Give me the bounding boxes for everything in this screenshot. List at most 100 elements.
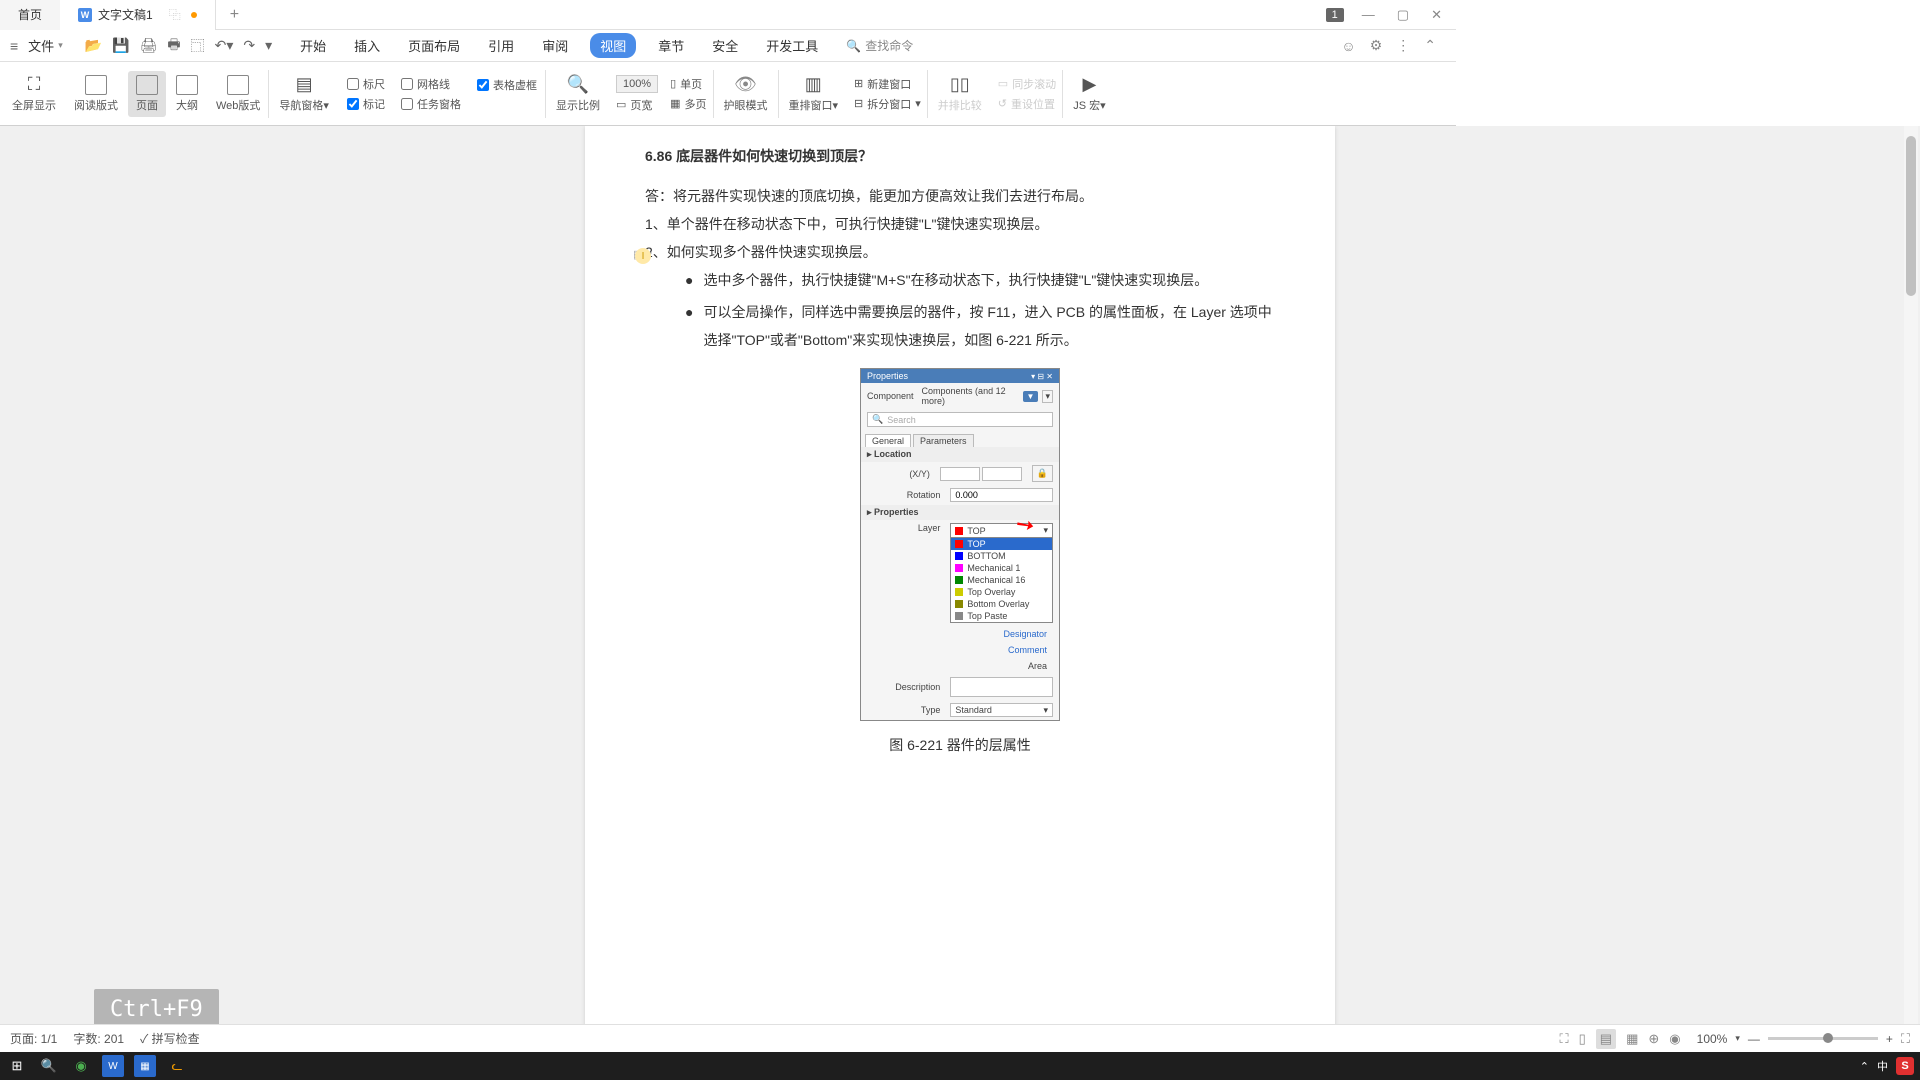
chrome-icon[interactable]: ◉ [70, 1055, 92, 1077]
tab-parameters: Parameters [913, 434, 974, 447]
view-mode-1-icon[interactable]: ▯ [1579, 1031, 1586, 1047]
screen-icon[interactable]: ⿻ [169, 6, 181, 23]
search-command[interactable]: 🔍 查找命令 [846, 37, 913, 54]
nav-pane-icon: ▤ [296, 74, 313, 95]
description-field [950, 677, 1053, 697]
undo-icon[interactable]: ↶▾ [215, 37, 234, 54]
eye-mode-button[interactable]: 👁 护眼模式 [714, 62, 778, 125]
zoom-icon: 🔍 [567, 74, 589, 95]
zoom-in-button[interactable]: + [1886, 1032, 1893, 1046]
taskpane-checkbox[interactable]: 任务窗格 [401, 96, 461, 112]
open-icon[interactable]: 📂 [85, 37, 102, 54]
page-width-button[interactable]: ▭ 页宽 [616, 97, 658, 113]
collapse-ribbon-icon[interactable]: ⌃ [1424, 37, 1436, 54]
tab-reference[interactable]: 引用 [482, 32, 520, 59]
tab-document[interactable]: W 文字文稿1 ⿻ [60, 0, 216, 30]
type-field: Standard▾ [950, 703, 1053, 717]
redo-icon[interactable]: ↷ [243, 37, 255, 54]
hamburger-icon[interactable]: ≡ [10, 38, 18, 54]
page-view-button[interactable]: 页面 [128, 71, 166, 117]
tab-review[interactable]: 审阅 [536, 32, 574, 59]
close-button[interactable]: ✕ [1427, 3, 1446, 27]
app2-taskbar-icon[interactable]: ᓚ [166, 1055, 188, 1077]
qat-more-icon[interactable]: ▾ [265, 37, 272, 54]
tab-pagelayout[interactable]: 页面布局 [402, 32, 466, 59]
web-view-icon[interactable]: ⊕ [1648, 1031, 1659, 1047]
sogou-ime-icon[interactable]: S [1896, 1057, 1914, 1075]
view-mode-3-icon[interactable]: ▦ [1626, 1031, 1638, 1047]
scan-icon[interactable]: ⿹ [191, 36, 205, 56]
title-bar: 首页 W 文字文稿1 ⿻ + 1 — ▢ ✕ [0, 0, 1456, 30]
tab-view[interactable]: 视图 [590, 33, 636, 58]
zoom-out-button[interactable]: — [1748, 1032, 1760, 1046]
zoom-button[interactable]: 🔍 显示比例 [546, 62, 610, 125]
tab-home[interactable]: 首页 [0, 0, 60, 30]
layer-dropdown: ➘ TOP▾ TOP BOTTOM Mechanical 1 Mechanica… [950, 523, 1053, 623]
table-frame-checkbox[interactable]: 表格虚框 [477, 77, 537, 93]
split-window-button[interactable]: ⊟ 拆分窗口▾ [854, 96, 921, 112]
file-menu[interactable]: 文件 ▾ [28, 36, 63, 55]
search-taskbar-icon[interactable]: 🔍 [38, 1055, 60, 1077]
rotation-field [950, 488, 1053, 502]
view-mode-2-icon[interactable]: ▤ [1596, 1029, 1616, 1049]
notification-badge[interactable]: 1 [1326, 8, 1344, 22]
zoom-level[interactable]: 100% [1697, 1032, 1728, 1046]
wps-taskbar-icon[interactable]: W [102, 1055, 124, 1077]
macro-icon: ▶ [1082, 74, 1096, 95]
reset-pos-button: ↺ 重设位置 [998, 96, 1056, 112]
tab-chapter[interactable]: 章节 [652, 32, 690, 59]
single-page-button[interactable]: ▯ 单页 [670, 76, 706, 92]
ribbon-tabs: 开始 插入 页面布局 引用 审阅 视图 章节 安全 开发工具 [294, 32, 824, 59]
spell-check[interactable]: ✓ 拼写检查 [140, 1030, 200, 1047]
tab-devtools[interactable]: 开发工具 [760, 32, 824, 59]
web-view-button[interactable]: Web版式 [208, 71, 268, 117]
doc-title: 文字文稿1 [98, 6, 153, 23]
settings-icon[interactable]: ⚙ [1370, 37, 1383, 54]
gridlines-checkbox[interactable]: 网格线 [401, 76, 461, 92]
minimize-button[interactable]: — [1358, 3, 1379, 26]
ruler-checkbox[interactable]: 标尺 [347, 76, 385, 92]
zoom-slider[interactable] [1768, 1037, 1878, 1040]
zoom-value[interactable]: 100% [616, 75, 658, 93]
layer-option: TOP [951, 538, 1052, 550]
more-icon[interactable]: ⋮ [1396, 37, 1410, 54]
eye-icon: 👁 [734, 74, 757, 95]
tab-security[interactable]: 安全 [706, 32, 744, 59]
feedback-icon[interactable]: ☺ [1341, 38, 1355, 54]
sync-scroll-button: ▭ 同步滚动 [998, 76, 1056, 92]
ime-indicator[interactable]: 中 [1877, 1058, 1888, 1074]
new-tab-button[interactable]: + [216, 0, 253, 30]
reading-view-button[interactable]: 阅读版式 [66, 71, 126, 117]
page-indicator[interactable]: 页面: 1/1 [10, 1030, 57, 1047]
print-icon[interactable]: 🖨 [140, 37, 158, 54]
js-macro-button[interactable]: ▶ JS 宏▾ [1063, 62, 1115, 125]
print-preview-icon[interactable]: 🖶 [167, 34, 180, 58]
tab-insert[interactable]: 插入 [348, 32, 386, 59]
document-area[interactable]: ▤ ▾ 6.86 底层器件如何快速切换到顶层？ 答：将元器件实现快速的顶底切换，… [0, 126, 1920, 1052]
fullscreen-button[interactable]: ⛶ 全屏显示 [4, 70, 64, 117]
outline-view-button[interactable]: 大纲 [168, 71, 206, 117]
marks-checkbox[interactable]: 标记 [347, 96, 385, 112]
rearrange-window-button[interactable]: ▥ 重排窗口▾ [779, 62, 849, 125]
fullscreen-toggle-icon[interactable]: ⛶ [1560, 1031, 1569, 1047]
tab-start[interactable]: 开始 [294, 32, 332, 59]
scrollbar-thumb[interactable] [1906, 136, 1916, 296]
new-window-button[interactable]: ⊞ 新建窗口 [854, 76, 921, 92]
search-icon: 🔍 [846, 39, 861, 53]
document-page[interactable]: ▤ ▾ 6.86 底层器件如何快速切换到顶层？ 答：将元器件实现快速的顶底切换，… [585, 126, 1335, 1052]
word-count[interactable]: 字数: 201 [73, 1030, 124, 1047]
start-button[interactable]: ⊞ [6, 1055, 28, 1077]
page-icon [136, 75, 158, 95]
app-taskbar-icon[interactable]: ▦ [134, 1055, 156, 1077]
outline-icon [176, 75, 198, 95]
nav-pane-button[interactable]: ▤ 导航窗格▾ [269, 62, 339, 125]
x-field [940, 467, 980, 481]
chevron-down-icon: ▾ [58, 40, 63, 51]
multi-page-button[interactable]: ▦ 多页 [670, 96, 706, 112]
vertical-scrollbar[interactable] [1904, 126, 1918, 1052]
fit-icon[interactable]: ⛶ [1901, 1031, 1910, 1047]
maximize-button[interactable]: ▢ [1393, 3, 1413, 27]
save-icon[interactable]: 💾 [112, 37, 129, 54]
tray-expand-icon[interactable]: ⌃ [1860, 1060, 1869, 1073]
eye-toggle-icon[interactable]: ◉ [1669, 1031, 1680, 1047]
